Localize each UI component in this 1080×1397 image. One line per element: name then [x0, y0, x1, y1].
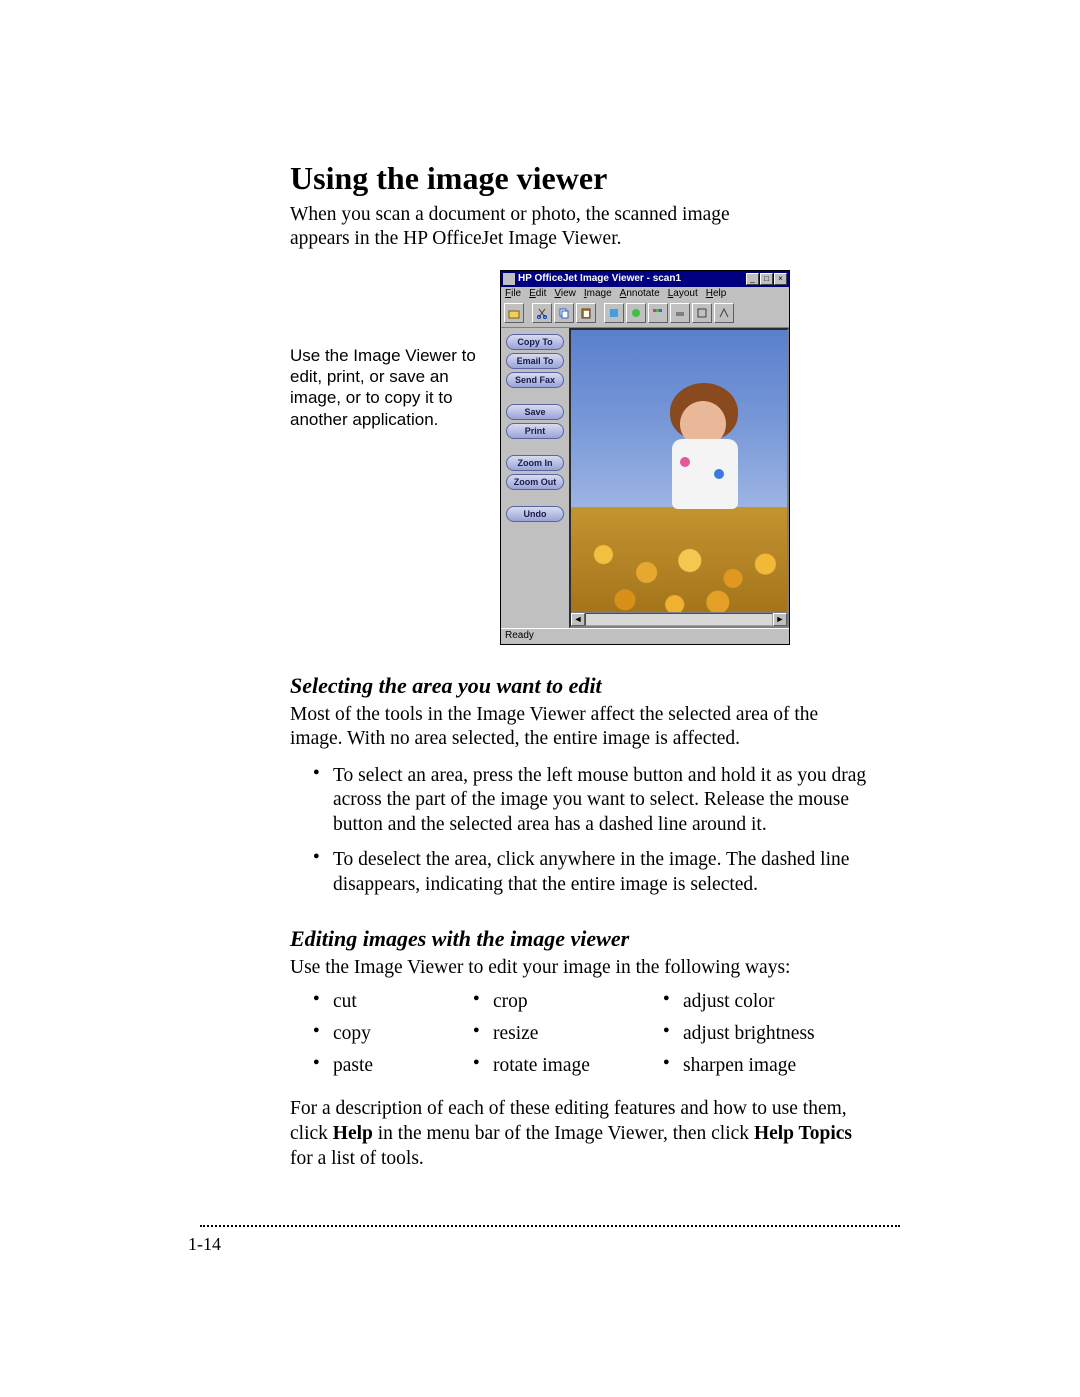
toolbar	[501, 301, 789, 328]
bullet-deselect: To deselect the area, click anywhere in …	[313, 848, 873, 898]
copy-to-button[interactable]: Copy To	[506, 334, 564, 350]
scanned-image	[571, 330, 787, 626]
tool-icon-d[interactable]	[692, 303, 712, 323]
page-number: 1-14	[188, 1234, 221, 1255]
zoom-out-button[interactable]: Zoom Out	[506, 474, 564, 490]
maximize-button[interactable]: □	[760, 273, 773, 285]
send-fax-button[interactable]: Send Fax	[506, 372, 564, 388]
child-figure	[670, 383, 738, 523]
email-to-button[interactable]: Email To	[506, 353, 564, 369]
menu-file[interactable]: File	[505, 288, 521, 299]
menu-view[interactable]: View	[554, 288, 576, 299]
tool-icon-a[interactable]	[604, 303, 624, 323]
opt-resize: resize	[473, 1023, 663, 1045]
sidebar: Copy To Email To Send Fax Save Print Zoo…	[501, 328, 569, 628]
print-button[interactable]: Print	[506, 423, 564, 439]
open-icon[interactable]	[504, 303, 524, 323]
help-topics-bold: Help Topics	[754, 1123, 852, 1144]
undo-button[interactable]: Undo	[506, 506, 564, 522]
footer-separator	[200, 1225, 900, 1227]
section1-bullets: To select an area, press the left mouse …	[313, 764, 873, 899]
page-content: Using the image viewer When you scan a d…	[185, 160, 905, 1172]
opt-crop: crop	[473, 991, 663, 1013]
titlebar: HP OfficeJet Image Viewer - scan1 _ □ ×	[501, 271, 789, 287]
app-icon	[503, 273, 515, 285]
menu-layout[interactable]: Layout	[668, 288, 698, 299]
minimize-button[interactable]: _	[746, 273, 759, 285]
close-button[interactable]: ×	[774, 273, 787, 285]
closing-text-3: for a list of tools.	[290, 1148, 424, 1169]
viewer-body: Copy To Email To Send Fax Save Print Zoo…	[501, 328, 789, 628]
scroll-track[interactable]	[585, 613, 773, 626]
window-title: HP OfficeJet Image Viewer - scan1	[518, 273, 745, 284]
cut-icon[interactable]	[532, 303, 552, 323]
scroll-left-icon[interactable]: ◄	[571, 613, 585, 626]
opt-adjust-brightness: adjust brightness	[663, 1023, 853, 1045]
menu-bar: File Edit View Image Annotate Layout Hel…	[501, 287, 789, 301]
main-heading: Using the image viewer	[290, 160, 905, 197]
figure-caption: Use the Image Viewer to edit, print, or …	[290, 270, 490, 430]
opt-sharpen-image: sharpen image	[663, 1055, 853, 1077]
paste-icon[interactable]	[576, 303, 596, 323]
menu-annotate[interactable]: Annotate	[620, 288, 660, 299]
closing-text-2: in the menu bar of the Image Viewer, the…	[373, 1123, 754, 1144]
opt-copy: copy	[313, 1023, 473, 1045]
opt-cut: cut	[313, 991, 473, 1013]
menu-image[interactable]: Image	[584, 288, 612, 299]
flower-field	[571, 507, 787, 625]
tool-icon-c[interactable]	[670, 303, 690, 323]
scroll-right-icon[interactable]: ►	[773, 613, 787, 626]
bullet-select: To select an area, press the left mouse …	[313, 764, 873, 839]
tool-icon-e[interactable]	[714, 303, 734, 323]
help-bold: Help	[333, 1123, 373, 1144]
section1-para: Most of the tools in the Image Viewer af…	[290, 703, 850, 752]
opt-paste: paste	[313, 1055, 473, 1077]
edit-options-grid: cut crop adjust color copy resize adjust…	[313, 991, 905, 1077]
color-icon[interactable]	[648, 303, 668, 323]
menu-edit[interactable]: Edit	[529, 288, 546, 299]
copy-icon[interactable]	[554, 303, 574, 323]
opt-adjust-color: adjust color	[663, 991, 853, 1013]
section1-heading: Selecting the area you want to edit	[290, 673, 905, 699]
image-canvas[interactable]: ◄ ►	[569, 328, 789, 628]
menu-help[interactable]: Help	[706, 288, 727, 299]
save-button[interactable]: Save	[506, 404, 564, 420]
image-viewer-window: HP OfficeJet Image Viewer - scan1 _ □ × …	[500, 270, 790, 645]
zoom-in-button[interactable]: Zoom In	[506, 455, 564, 471]
status-bar: Ready	[501, 628, 789, 644]
intro-paragraph: When you scan a document or photo, the s…	[290, 203, 780, 252]
closing-paragraph: For a description of each of these editi…	[290, 1097, 860, 1172]
tool-icon-b[interactable]	[626, 303, 646, 323]
section2-para: Use the Image Viewer to edit your image …	[290, 956, 850, 980]
opt-rotate-image: rotate image	[473, 1055, 663, 1077]
horizontal-scrollbar[interactable]: ◄ ►	[571, 612, 787, 626]
figure-row: Use the Image Viewer to edit, print, or …	[185, 270, 905, 645]
section2-heading: Editing images with the image viewer	[290, 926, 905, 952]
